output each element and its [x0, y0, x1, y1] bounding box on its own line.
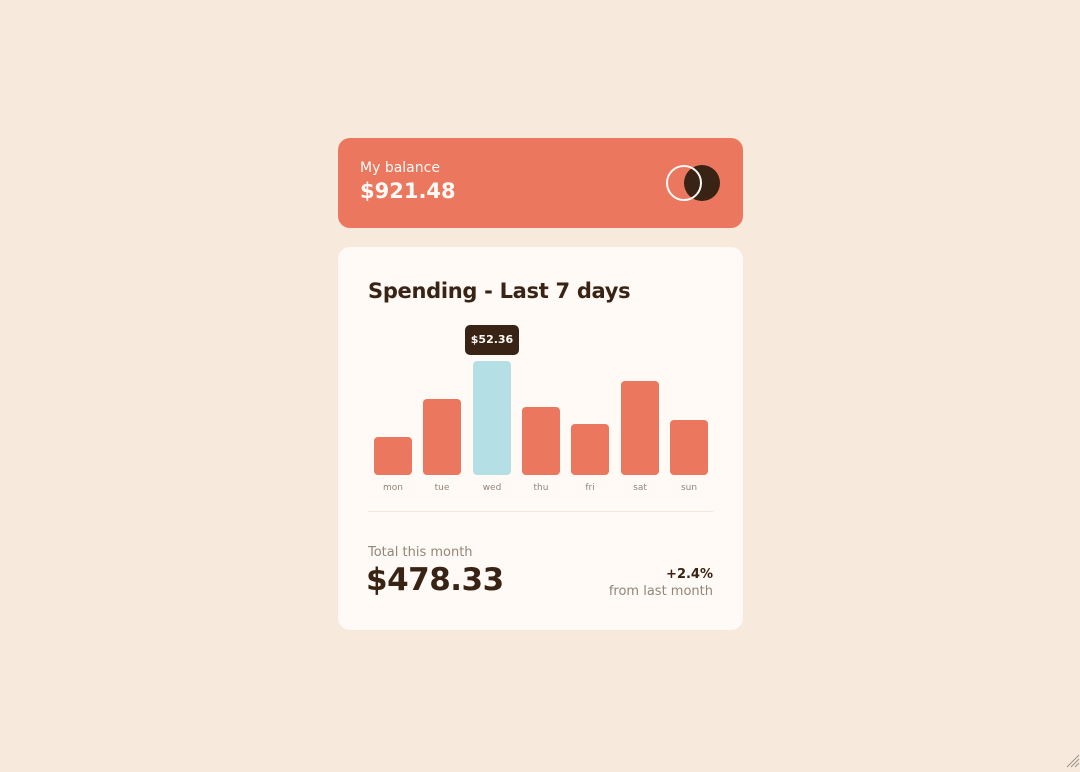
bar-tooltip: $52.36: [465, 325, 519, 355]
balance-amount: $921.48: [360, 178, 456, 204]
total-label: Total this month: [368, 545, 473, 561]
divider: [368, 511, 713, 512]
spending-chart: $52.36 montuewedthufrisatsun: [338, 247, 743, 497]
bar-thu[interactable]: [522, 407, 560, 475]
change-caption: from last month: [609, 584, 713, 600]
resize-grip-icon[interactable]: [1064, 752, 1080, 768]
bar-tue[interactable]: [423, 399, 461, 475]
balance-card: My balance $921.48: [338, 138, 743, 228]
day-label-fri: fri: [571, 482, 609, 494]
total-amount: $478.33: [366, 560, 504, 600]
day-label-tue: tue: [423, 482, 461, 494]
balance-label: My balance: [360, 160, 440, 176]
day-label-wed: wed: [473, 482, 511, 494]
brand-circles-icon: [666, 165, 720, 201]
bar-sat[interactable]: [621, 381, 659, 475]
day-label-sun: sun: [670, 482, 708, 494]
bar-mon[interactable]: [374, 437, 412, 475]
expenses-widget: My balance $921.48 Spending - Last 7 day…: [338, 138, 743, 630]
day-label-thu: thu: [522, 482, 560, 494]
spending-card: Spending - Last 7 days $52.36 montuewedt…: [338, 247, 743, 630]
bar-fri[interactable]: [571, 424, 609, 475]
bar-sun[interactable]: [670, 420, 708, 475]
change-value: +2.4%: [666, 567, 713, 583]
day-label-sat: sat: [621, 482, 659, 494]
bar-wed[interactable]: [473, 361, 511, 475]
day-label-mon: mon: [374, 482, 412, 494]
